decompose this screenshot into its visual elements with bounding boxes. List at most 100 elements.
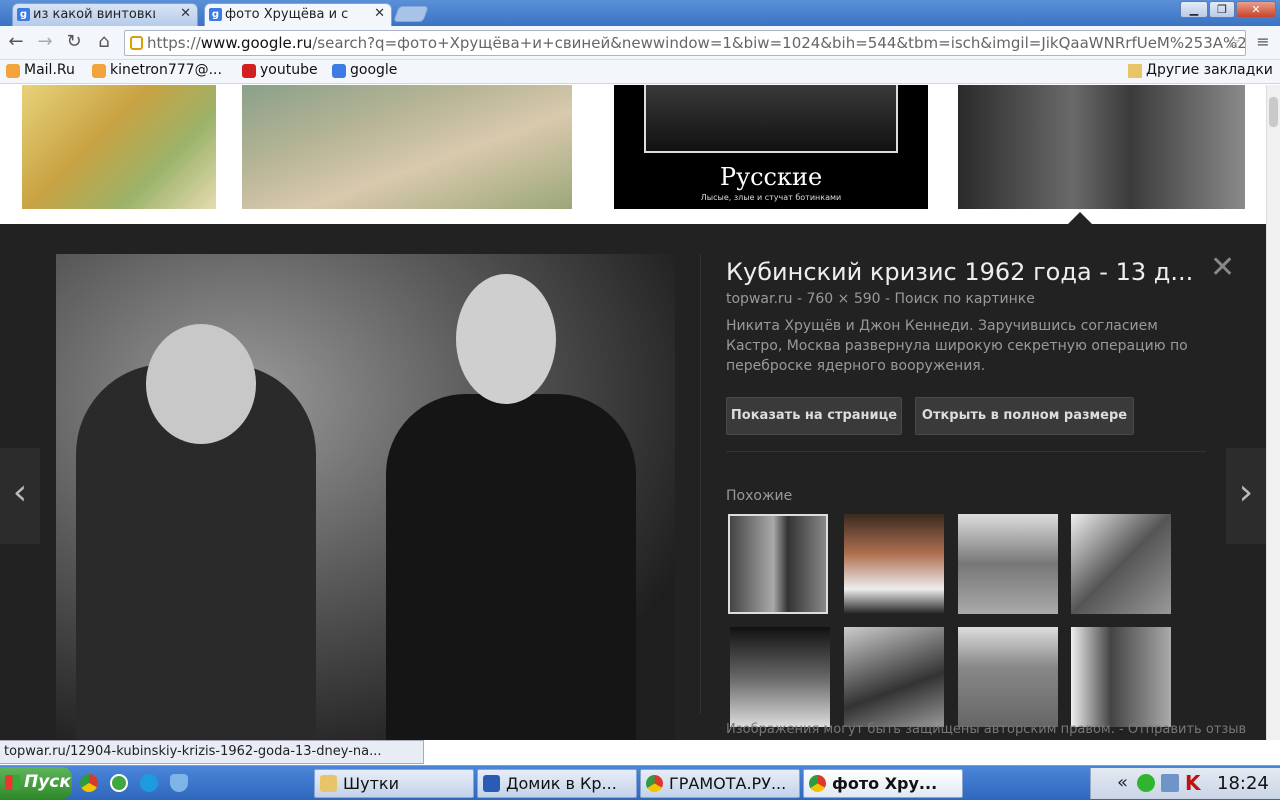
page-content: Русские Лысые, злые и стучат ботинками ‹… — [0, 85, 1266, 740]
bookmark-google[interactable]: google — [330, 62, 397, 78]
taskbar: Пуск Шутки Домик в Кр... ГРАМОТА.РУ... ф… — [0, 765, 1280, 800]
close-window-button[interactable]: ✕ — [1236, 1, 1276, 18]
bookmark-label: kinetron777@... — [110, 62, 222, 78]
new-tab-button[interactable] — [393, 6, 429, 22]
related-image[interactable] — [730, 627, 830, 727]
open-full-size-button[interactable]: Открыть в полном размере — [915, 397, 1134, 435]
next-arrow-icon[interactable]: › — [1226, 448, 1266, 544]
address-bar[interactable]: https://www.google.ru/search?q=фото+Хрущ… — [124, 30, 1246, 56]
url-host: www.google.ru — [200, 34, 313, 52]
mailru-icon — [92, 64, 106, 78]
taskbar-item-shutki[interactable]: Шутки — [314, 769, 474, 798]
image-dimensions: 760 × 590 — [806, 291, 881, 307]
forward-icon[interactable]: → — [33, 30, 57, 54]
home-icon[interactable]: ⌂ — [92, 30, 116, 54]
other-bookmarks[interactable]: Другие закладки — [1126, 62, 1273, 78]
start-label: Пуск — [24, 772, 71, 792]
task-label: Шутки — [343, 774, 399, 793]
result-thumbnail-pigs-painting[interactable] — [242, 85, 572, 209]
tab-khrushchev[interactable]: g фото Хрущёва и свиней ✕ — [204, 3, 392, 26]
feedback-link[interactable]: Отправить отзыв — [1128, 722, 1246, 737]
tab-rifle[interactable]: g из какой винтовки ✕ — [12, 3, 198, 26]
chrome-quicklaunch-icon[interactable] — [80, 774, 98, 792]
url-path: /search?q=фото+Хрущёва+и+свиней&newwindo… — [312, 34, 1246, 52]
main-preview-image[interactable] — [56, 254, 675, 740]
selection-pointer — [1068, 212, 1092, 224]
close-panel-icon[interactable]: ✕ — [1210, 250, 1235, 285]
head-right — [456, 274, 556, 404]
skype-quicklaunch-icon[interactable] — [140, 774, 158, 792]
maximize-button[interactable]: ❐ — [1209, 1, 1235, 18]
windows-logo-icon — [5, 775, 20, 790]
copyright-notice: Изображения могут быть защищены авторски… — [726, 722, 1247, 737]
minimize-button[interactable]: ▁ — [1180, 1, 1208, 18]
chrome-icon — [646, 775, 663, 792]
show-on-page-button[interactable]: Показать на странице — [726, 397, 902, 435]
detail-title[interactable]: Кубинский кризис 1962 года - 13 д... — [726, 258, 1206, 286]
bookmarks-bar: Mail.Ru kinetron777@... youtube google Д… — [0, 60, 1280, 84]
image-detail-panel: ‹ › Кубинский кризис 1962 года - 13 д...… — [0, 224, 1266, 740]
bookmark-label: google — [350, 62, 398, 78]
source-link[interactable]: topwar.ru — [726, 291, 793, 307]
related-image[interactable] — [958, 627, 1058, 727]
taskbar-item-gramota[interactable]: ГРАМОТА.РУ... — [640, 769, 800, 798]
tab-strip: g из какой винтовки ✕ g фото Хрущёва и с… — [0, 0, 1280, 26]
search-by-image-link[interactable]: Поиск по картинке — [895, 291, 1035, 307]
head-left — [146, 324, 256, 444]
folder-icon — [1128, 64, 1142, 78]
google-icon — [332, 64, 346, 78]
page-scrollbar[interactable] — [1266, 85, 1280, 740]
demotivator-photo — [644, 85, 898, 153]
reload-icon[interactable]: ↻ — [62, 30, 86, 54]
bookmark-label: youtube — [260, 62, 318, 78]
system-tray: « K 18:24 — [1090, 768, 1280, 799]
demotivator-subtitle: Лысые, злые и стучат ботинками — [700, 193, 842, 202]
demotivator-title: Русские — [719, 163, 823, 191]
network-tray-icon[interactable] — [1161, 774, 1179, 792]
prev-arrow-icon[interactable]: ‹ — [0, 448, 40, 544]
icq-tray-icon[interactable] — [1137, 774, 1155, 792]
tab-label: из какой винтовки — [33, 7, 155, 22]
related-image[interactable] — [1071, 514, 1171, 614]
taskbar-item-photo[interactable]: фото Хру... — [803, 769, 963, 798]
menu-icon[interactable]: ≡ — [1251, 30, 1275, 54]
related-image[interactable] — [1071, 627, 1171, 727]
result-thumbnail-cartoon-corn[interactable] — [22, 85, 216, 209]
start-button[interactable]: Пуск — [0, 767, 72, 799]
related-image[interactable] — [958, 514, 1058, 614]
bookmark-label: Mail.Ru — [24, 62, 75, 78]
mailru-icon — [6, 64, 20, 78]
icq-quicklaunch-icon[interactable] — [110, 774, 128, 792]
related-image[interactable] — [844, 514, 944, 614]
back-icon[interactable]: ← — [4, 30, 28, 54]
copyright-text: Изображения могут быть защищены авторски… — [726, 722, 1115, 737]
related-image[interactable] — [844, 627, 944, 727]
lock-icon — [130, 36, 143, 50]
close-tab-icon[interactable]: ✕ — [180, 6, 191, 21]
bookmark-youtube[interactable]: youtube — [240, 62, 318, 78]
task-label: Домик в Кр... — [506, 774, 617, 793]
result-thumbnail-demotivator[interactable]: Русские Лысые, злые и стучат ботинками — [614, 85, 928, 209]
shield-quicklaunch-icon[interactable] — [170, 774, 188, 792]
bookmark-star-icon[interactable]: ☆ — [1226, 31, 1241, 55]
google-favicon-icon: g — [209, 8, 222, 21]
scrollbar-thumb[interactable] — [1269, 97, 1278, 127]
bookmark-kinetron[interactable]: kinetron777@... — [90, 62, 222, 78]
figure-right — [386, 394, 636, 740]
related-label: Похожие — [726, 488, 793, 504]
other-bookmarks-label: Другие закладки — [1146, 62, 1273, 78]
bookmark-mailru[interactable]: Mail.Ru — [4, 62, 75, 78]
kaspersky-tray-icon[interactable]: K — [1185, 771, 1201, 795]
task-label: фото Хру... — [832, 774, 938, 793]
youtube-icon — [242, 64, 256, 78]
taskbar-item-domik[interactable]: Домик в Кр... — [477, 769, 637, 798]
detail-meta: topwar.ru - 760 × 590 - Поиск по картинк… — [726, 291, 1035, 307]
word-document-icon — [483, 775, 500, 792]
tray-expand-icon[interactable]: « — [1117, 772, 1128, 793]
related-image[interactable] — [728, 514, 828, 614]
clock[interactable]: 18:24 — [1217, 773, 1269, 794]
google-favicon-icon: g — [17, 8, 30, 21]
result-thumbnail-meeting-selected[interactable] — [958, 85, 1245, 209]
close-tab-icon[interactable]: ✕ — [374, 6, 385, 21]
divider — [726, 451, 1206, 452]
